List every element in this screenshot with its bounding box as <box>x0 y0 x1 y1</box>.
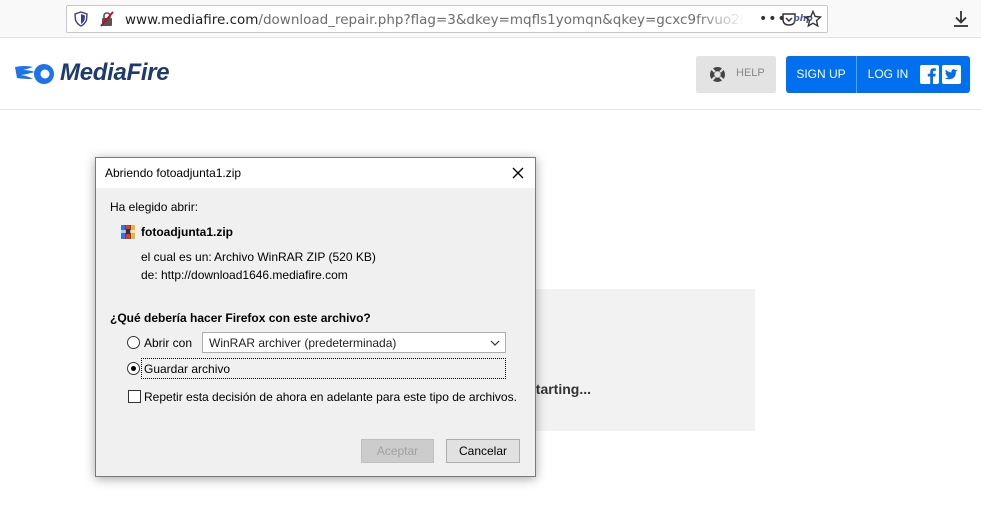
status-text: starting... <box>528 381 592 397</box>
flame-icon <box>15 64 54 84</box>
auth-button-group: SIGN UP LOG IN <box>786 56 970 93</box>
file-name: fotoadjunta1.zip <box>141 225 233 239</box>
intro-text: Ha elegido abrir: <box>110 200 199 214</box>
bookmark-star-icon[interactable] <box>804 10 822 28</box>
application-select-value: WinRAR archiver (predeterminada) <box>209 336 397 350</box>
dialog-body: Ha elegido abrir: fotoadjunta1.zip el cu… <box>96 188 535 476</box>
tracking-protection-icon[interactable] <box>74 11 88 27</box>
open-with-label[interactable]: Abrir con <box>144 336 192 350</box>
dialog-title: Abriendo fotoadjunta1.zip <box>105 166 242 180</box>
close-icon[interactable] <box>509 164 527 182</box>
help-label: HELP <box>736 67 765 79</box>
lifebuoy-icon <box>710 67 725 82</box>
file-type-value: Archivo WinRAR ZIP (520 KB) <box>214 250 376 264</box>
save-file-label: Guardar archivo <box>144 362 231 376</box>
winrar-archive-icon <box>121 225 135 239</box>
save-file-radio[interactable] <box>127 362 140 375</box>
browser-toolbar: www.mediafire.com/download_repair.php?fl… <box>0 0 981 38</box>
open-with-radio[interactable] <box>127 336 140 349</box>
url-bar[interactable]: www.mediafire.com/download_repair.php?fl… <box>66 5 828 33</box>
chevron-down-icon <box>490 340 500 346</box>
dialog-titlebar[interactable]: Abriendo fotoadjunta1.zip <box>96 158 535 188</box>
action-question: ¿Qué debería hacer Firefox con este arch… <box>110 311 371 325</box>
file-source-label: de: <box>141 268 158 282</box>
file-source-value: http://download1646.mediafire.com <box>161 268 348 282</box>
downloads-icon[interactable] <box>951 9 971 29</box>
repeat-decision-checkbox[interactable] <box>128 390 141 403</box>
site-header: MediaFire HELP SIGN UP LOG IN <box>0 38 981 110</box>
open-file-dialog: Abriendo fotoadjunta1.zip Ha elegido abr… <box>95 157 536 477</box>
mediafire-logo[interactable]: MediaFire <box>13 58 193 90</box>
log-in-button[interactable]: LOG IN <box>858 56 918 93</box>
repeat-decision-label[interactable]: Repetir esta decisión de ahora en adelan… <box>144 390 517 404</box>
application-select[interactable]: WinRAR archiver (predeterminada) <box>202 332 506 353</box>
file-type-label: el cual es un: <box>141 250 212 264</box>
url-path: /download_repair.php?flag=3&dkey=mqfls1y… <box>258 12 744 28</box>
logo-text: MediaFire <box>60 59 170 86</box>
accept-button[interactable]: Aceptar <box>361 439 434 463</box>
url-host: www.mediafire.com <box>125 12 259 28</box>
page-actions-button[interactable]: ••• <box>759 9 786 29</box>
sign-up-button[interactable]: SIGN UP <box>786 56 856 93</box>
facebook-icon[interactable] <box>920 65 939 84</box>
help-button[interactable]: HELP <box>696 56 776 93</box>
insecure-lock-icon[interactable] <box>100 11 114 27</box>
url-text[interactable]: www.mediafire.com/download_repair.php?fl… <box>125 11 745 29</box>
twitter-icon[interactable] <box>942 65 961 84</box>
cancel-button[interactable]: Cancelar <box>446 439 520 463</box>
auth-divider <box>856 56 857 93</box>
save-file-focus-ring[interactable]: Guardar archivo <box>141 358 506 379</box>
